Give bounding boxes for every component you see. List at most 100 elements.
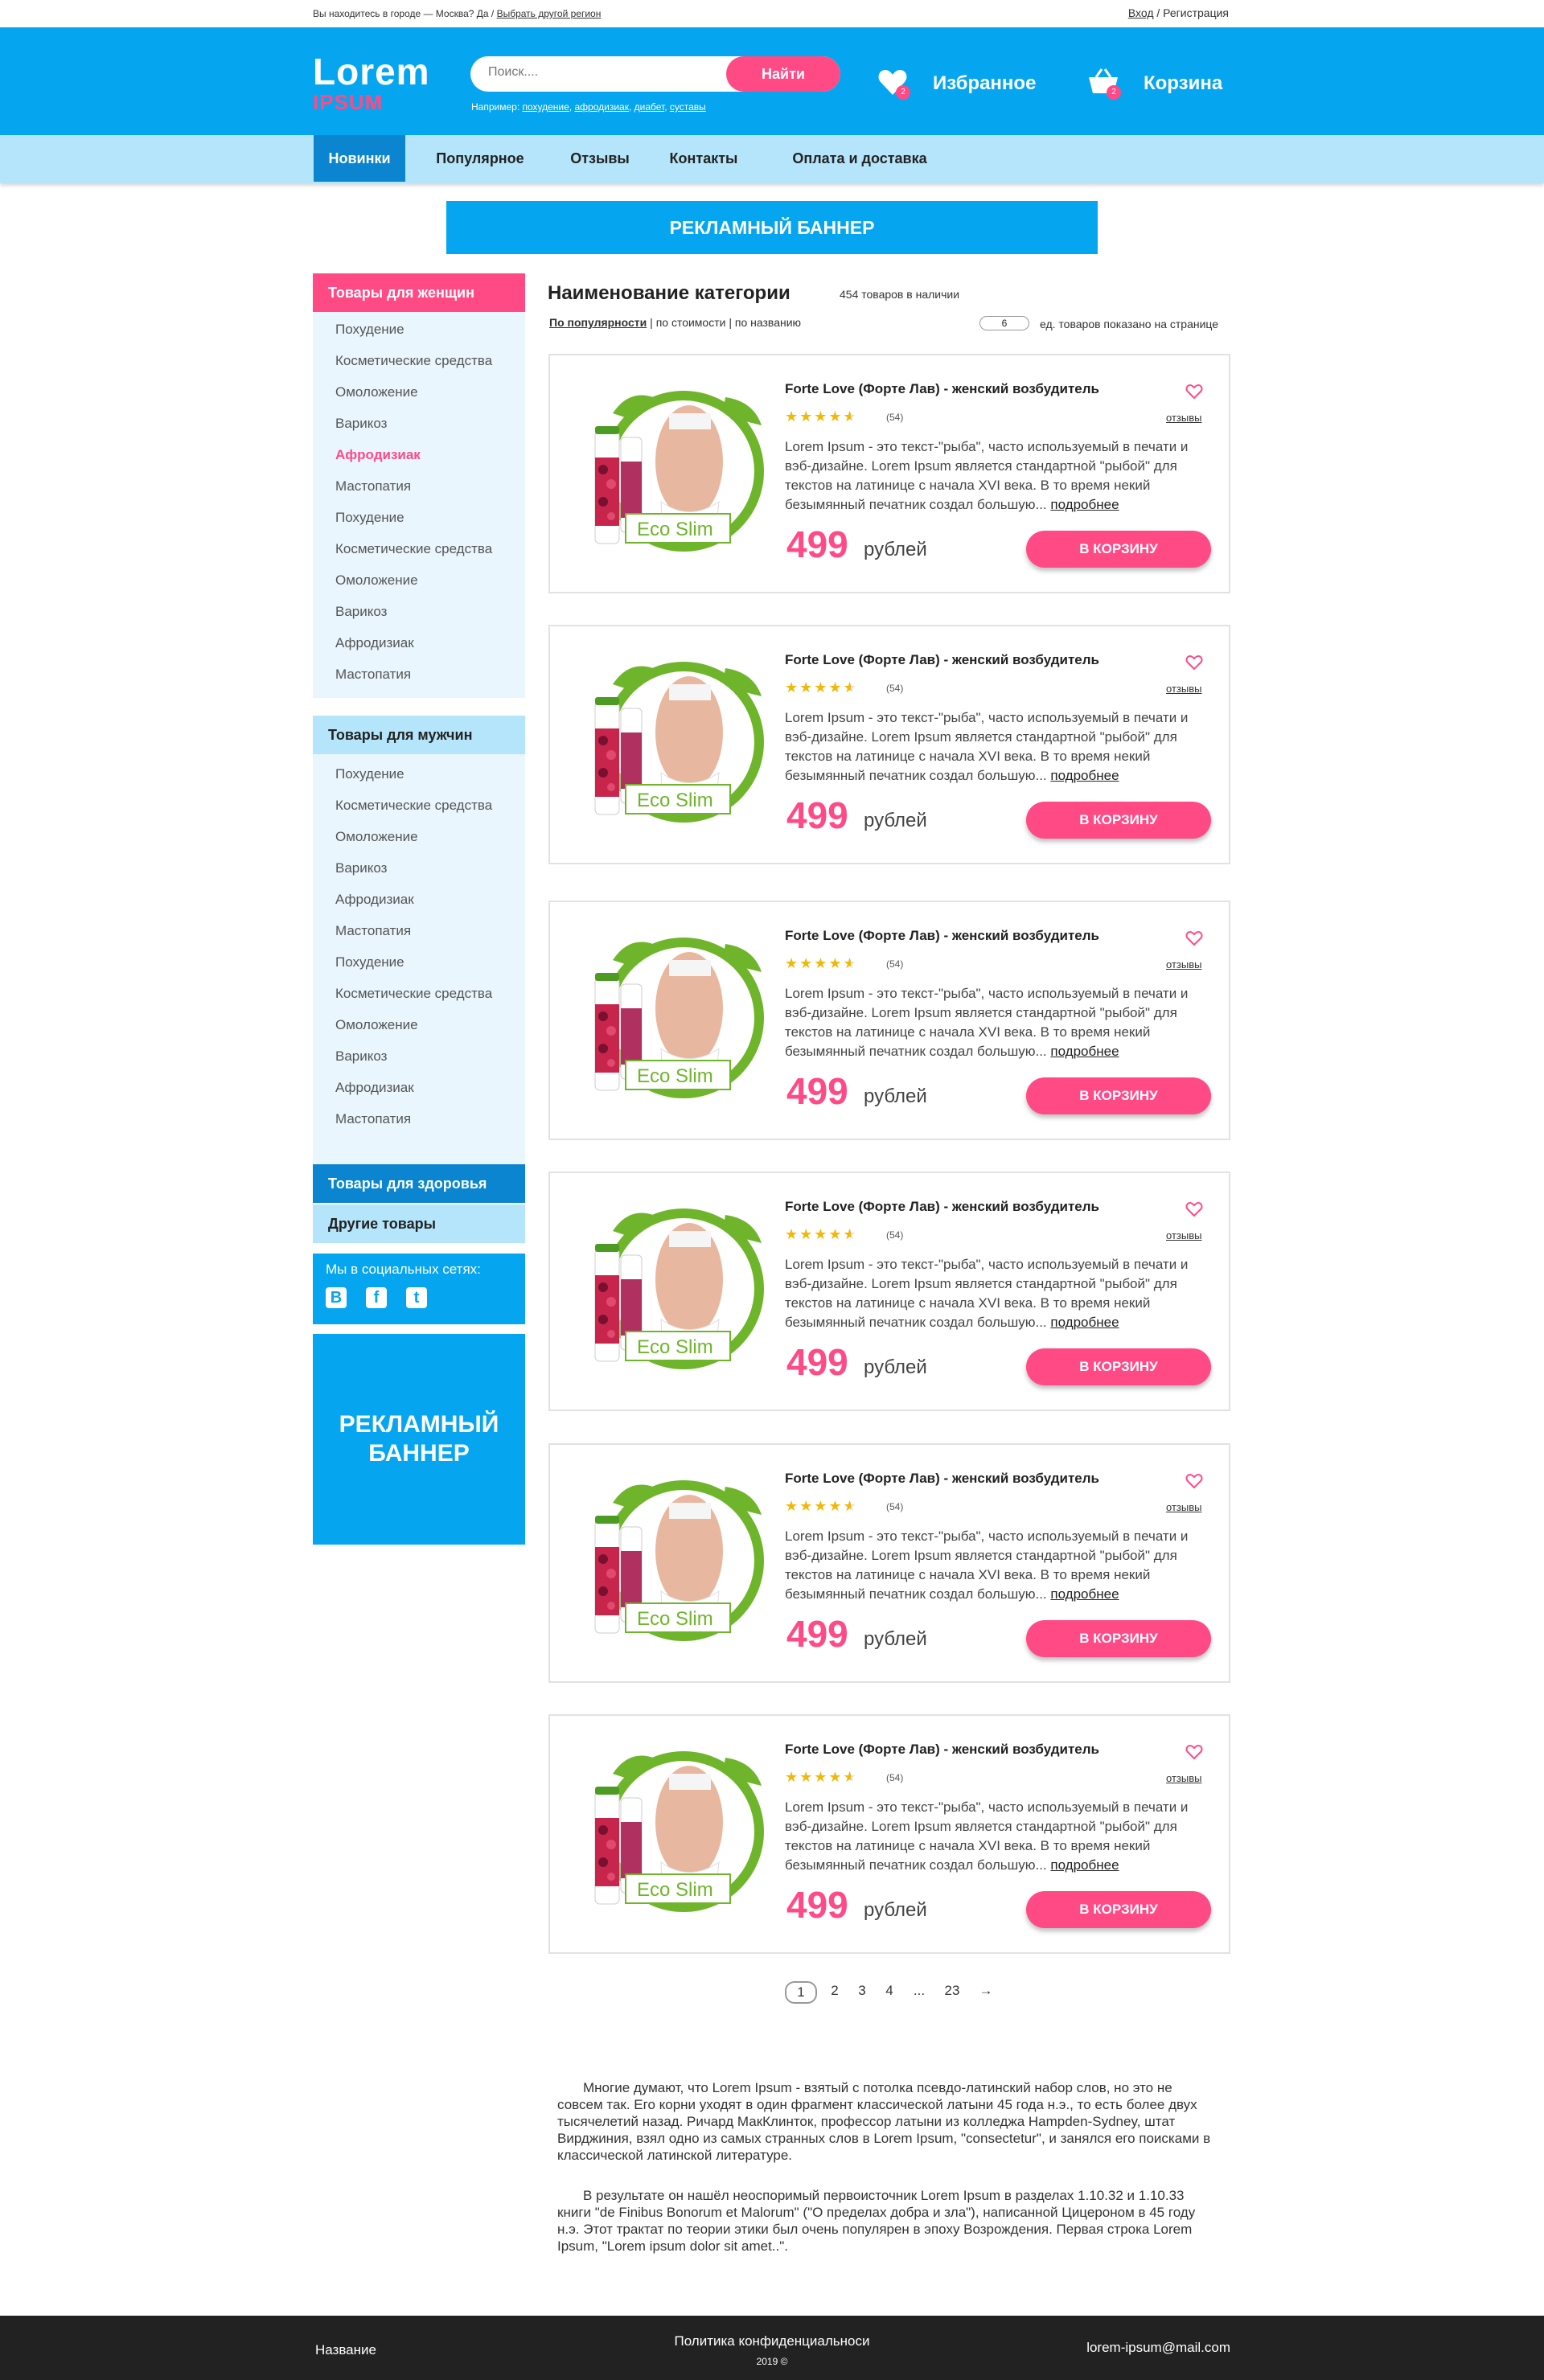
privacy-link[interactable]: Политика конфиденциальноси <box>0 2333 1544 2349</box>
reviews-link[interactable]: отзывы <box>1166 1501 1201 1513</box>
product-title[interactable]: Forte Love (Форте Лав) - женский возбуди… <box>785 1199 1099 1215</box>
vk-icon[interactable]: В <box>326 1287 347 1308</box>
sidebar-item[interactable]: Варикоз <box>335 416 387 432</box>
page-2[interactable]: 2 <box>828 1983 841 1999</box>
nav-contacts[interactable]: Контакты <box>658 135 749 182</box>
price-currency: рублей <box>864 1356 927 1378</box>
add-to-cart-button[interactable]: В КОРЗИНУ <box>1026 531 1211 568</box>
page-3[interactable]: 3 <box>856 1983 868 1999</box>
price-currency: рублей <box>864 539 927 560</box>
search-button[interactable]: Найти <box>726 56 840 92</box>
page-1[interactable]: 1 <box>785 1981 817 2004</box>
add-to-cart-button[interactable]: В КОРЗИНУ <box>1026 802 1211 839</box>
sidebar-item[interactable]: Омоложение <box>335 384 418 400</box>
more-link[interactable]: подробнее <box>1050 1857 1119 1873</box>
product-title[interactable]: Forte Love (Форте Лав) - женский возбуди… <box>785 1742 1099 1758</box>
sidebar-item[interactable]: Мастопатия <box>335 478 411 494</box>
sidebar-item[interactable]: Омоложение <box>335 1017 418 1033</box>
product-title[interactable]: Forte Love (Форте Лав) - женский возбуди… <box>785 652 1099 668</box>
login-link[interactable]: Вход <box>1128 6 1154 19</box>
hint-link[interactable]: суставы <box>670 101 706 113</box>
reviews-link[interactable]: отзывы <box>1166 958 1201 970</box>
sidebar-item[interactable]: Косметические средства <box>335 798 492 814</box>
sidebar-item[interactable]: Похудение <box>335 954 404 970</box>
hint-link[interactable]: афродизиак <box>574 101 628 113</box>
reviews-link[interactable]: отзывы <box>1166 412 1201 424</box>
more-link[interactable]: подробнее <box>1050 768 1119 783</box>
sidebar-item[interactable]: Омоложение <box>335 829 418 845</box>
sidebar-item[interactable]: Косметические средства <box>335 541 492 557</box>
heart-icon[interactable] <box>1185 1200 1203 1218</box>
sidebar-item[interactable]: Афродизиак <box>335 892 414 908</box>
heart-icon[interactable] <box>1185 929 1203 947</box>
page-23[interactable]: 23 <box>941 1983 963 1999</box>
logo-top[interactable]: Lorem <box>313 50 430 93</box>
search-input[interactable] <box>488 65 713 80</box>
other-category-header[interactable]: Другие товары <box>313 1204 525 1243</box>
product-title[interactable]: Forte Love (Форте Лав) - женский возбуди… <box>785 381 1099 397</box>
sidebar-ad-banner[interactable]: РЕКЛАМНЫЙ БАННЕР <box>313 1334 525 1545</box>
sidebar-item[interactable]: Мастопатия <box>335 667 411 683</box>
men-category-header[interactable]: Товары для мужчин <box>313 716 525 754</box>
product-image[interactable]: Eco Slim <box>581 381 772 568</box>
sort-popular[interactable]: По популярности <box>549 316 647 329</box>
heart-icon[interactable] <box>1185 383 1203 400</box>
sort-price[interactable]: по стоимости <box>656 316 726 329</box>
add-to-cart-button[interactable]: В КОРЗИНУ <box>1026 1077 1211 1114</box>
sidebar-item[interactable]: Варикоз <box>335 1048 387 1065</box>
reviews-link[interactable]: отзывы <box>1166 683 1201 695</box>
add-to-cart-button[interactable]: В КОРЗИНУ <box>1026 1620 1211 1657</box>
sidebar-item[interactable]: Омоложение <box>335 572 418 589</box>
sidebar-item[interactable]: Похудение <box>335 766 404 782</box>
nav-payment-delivery[interactable]: Оплата и доставка <box>766 135 954 182</box>
nav-new[interactable]: Новинки <box>314 135 405 182</box>
women-category-header[interactable]: Товары для женщин <box>313 273 525 312</box>
product-image[interactable]: Eco Slim <box>581 652 772 839</box>
nav-reviews[interactable]: Отзывы <box>558 135 642 182</box>
sidebar-item[interactable]: Варикоз <box>335 860 387 876</box>
per-page-input[interactable]: 6 <box>979 316 1029 330</box>
sidebar-item[interactable]: Похудение <box>335 322 404 338</box>
more-link[interactable]: подробнее <box>1050 1586 1119 1602</box>
product-image[interactable]: Eco Slim <box>581 1199 772 1385</box>
page-4[interactable]: 4 <box>883 1983 896 1999</box>
product-title[interactable]: Forte Love (Форте Лав) - женский возбуди… <box>785 1471 1099 1487</box>
product-image[interactable]: Eco Slim <box>581 928 772 1114</box>
sidebar-item[interactable]: Мастопатия <box>335 1111 411 1127</box>
sidebar-item[interactable]: Мастопатия <box>335 923 411 939</box>
change-region-link[interactable]: Выбрать другой регион <box>497 8 602 19</box>
health-category-header[interactable]: Товары для здоровья <box>313 1164 525 1203</box>
product-title[interactable]: Forte Love (Форте Лав) - женский возбуди… <box>785 928 1099 944</box>
sidebar-item[interactable]: Похудение <box>335 510 404 526</box>
more-link[interactable]: подробнее <box>1050 1315 1119 1330</box>
heart-icon[interactable] <box>1185 1743 1203 1761</box>
logo-bottom[interactable]: IPSUM <box>313 90 383 115</box>
sidebar-item-active[interactable]: Афродизиак <box>335 447 421 463</box>
product-image[interactable]: Eco Slim <box>581 1742 772 1928</box>
sidebar-item[interactable]: Косметические средства <box>335 353 492 369</box>
add-to-cart-button[interactable]: В КОРЗИНУ <box>1026 1348 1211 1385</box>
product-image[interactable]: Eco Slim <box>581 1471 772 1657</box>
footer-email[interactable]: lorem-ipsum@mail.com <box>1086 2340 1230 2356</box>
reviews-link[interactable]: отзывы <box>1166 1229 1201 1241</box>
next-page-arrow[interactable]: → <box>976 1983 996 1999</box>
facebook-icon[interactable]: f <box>366 1287 387 1308</box>
register-link[interactable]: Регистрация <box>1163 6 1229 19</box>
hint-link[interactable]: похудение <box>522 101 569 113</box>
heart-icon[interactable] <box>1185 654 1203 671</box>
top-ad-banner[interactable]: РЕКЛАМНЫЙ БАННЕР <box>446 201 1098 254</box>
more-link[interactable]: подробнее <box>1050 497 1119 512</box>
twitter-icon[interactable]: t <box>406 1287 427 1308</box>
seo-paragraph-2: В результате он нашёл неоспоримый первои… <box>557 2188 1196 2254</box>
more-link[interactable]: подробнее <box>1050 1044 1119 1059</box>
sidebar-item[interactable]: Косметические средства <box>335 986 492 1002</box>
heart-icon[interactable] <box>1185 1472 1203 1490</box>
nav-popular[interactable]: Популярное <box>418 135 542 182</box>
sidebar-item[interactable]: Афродизиак <box>335 635 414 651</box>
reviews-link[interactable]: отзывы <box>1166 1772 1201 1784</box>
sidebar-item[interactable]: Афродизиак <box>335 1080 414 1096</box>
hint-link[interactable]: диабет <box>634 101 665 113</box>
add-to-cart-button[interactable]: В КОРЗИНУ <box>1026 1891 1211 1928</box>
sidebar-item[interactable]: Варикоз <box>335 604 387 620</box>
sort-name[interactable]: по названию <box>735 316 801 329</box>
